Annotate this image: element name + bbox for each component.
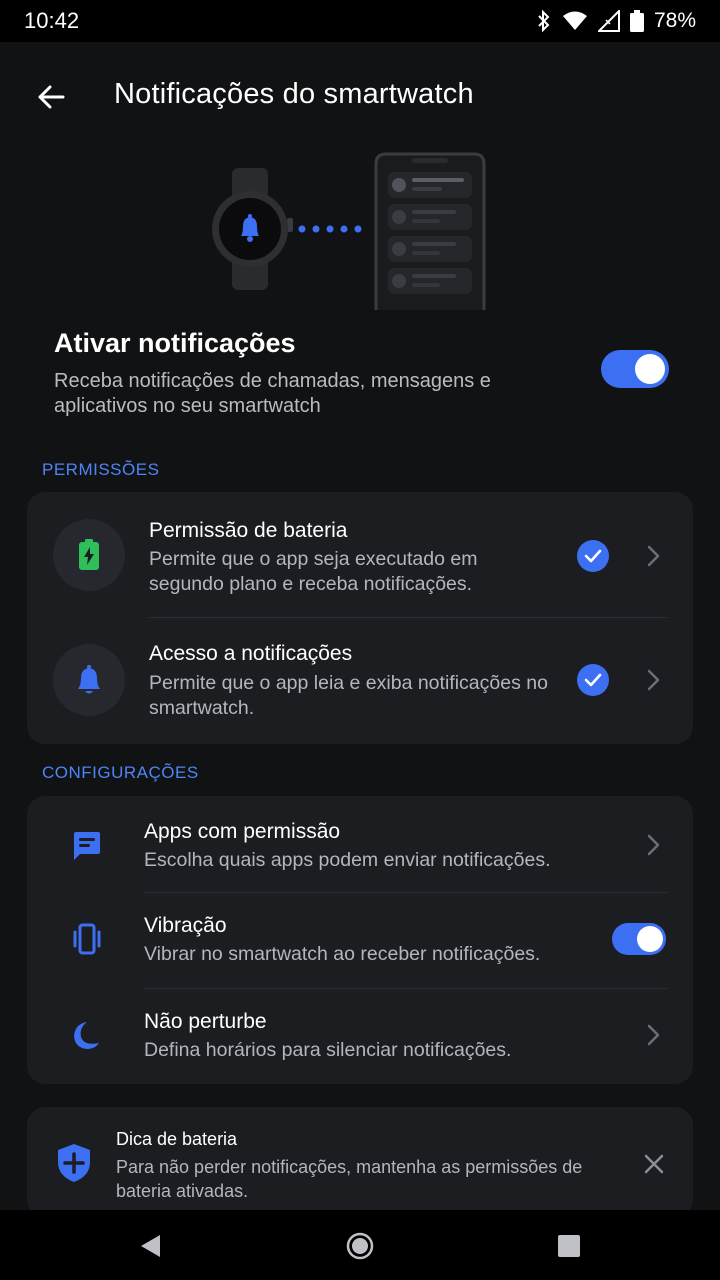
circle-home-icon (346, 1232, 374, 1260)
back-button[interactable] (28, 74, 74, 120)
close-icon (644, 1154, 664, 1174)
wifi-icon (562, 11, 588, 31)
app-bar: Notificações do smartwatch (0, 42, 720, 150)
vibration-description: Vibrar no smartwatch ao receber notifica… (144, 943, 541, 965)
battery-tip-description: Para não perder notificações, mantenha a… (116, 1157, 583, 1201)
bell-icon-circle (53, 644, 125, 716)
triangle-back-icon (141, 1235, 160, 1257)
bluetooth-icon (536, 10, 552, 32)
chevron-right-icon (647, 545, 660, 567)
battery-tip-title: Dica de bateria (116, 1129, 238, 1149)
vibration-toggle[interactable] (612, 923, 666, 955)
battery-permission-title: Permissão de bateria (149, 519, 348, 542)
vibration-row[interactable]: Vibração Vibrar no smartwatch ao receber… (27, 893, 693, 988)
vibration-icon (67, 919, 107, 959)
settings-section-label: CONFIGURAÇÕES (42, 763, 199, 782)
battery-icon-circle (53, 519, 125, 591)
hero-illustration (200, 150, 500, 310)
battery-percent: 78% (653, 9, 696, 32)
signal-icon (597, 10, 620, 32)
apps-permission-description: Escolha quais apps podem enviar notifica… (144, 849, 551, 871)
chevron-right-icon (647, 834, 660, 856)
apps-permission-row[interactable]: Apps com permissão Escolha quais apps po… (27, 796, 693, 892)
battery-tip-card: Dica de bateria Para não perder notifica… (27, 1107, 693, 1217)
apps-permission-title: Apps com permissão (144, 820, 341, 843)
settings-card: Apps com permissão Escolha quais apps po… (27, 796, 693, 1084)
enable-notifications-section: Ativar notificações Receba notificações … (54, 328, 674, 419)
battery-permission-description: Permite que o app seja executado em segu… (149, 548, 478, 595)
do-not-disturb-description: Defina horários para silenciar notificaç… (144, 1039, 512, 1061)
enable-notifications-title: Ativar notificações (54, 328, 296, 358)
status-icons: 78% (536, 9, 696, 33)
arrow-left-icon (38, 85, 65, 109)
chevron-right-icon (647, 1024, 660, 1046)
shield-plus-icon (55, 1142, 93, 1189)
nav-back-button[interactable] (136, 1232, 164, 1260)
status-bar: 10:42 78% (0, 0, 720, 42)
notification-access-description: Permite que o app leia e exiba notificaç… (149, 672, 548, 719)
enable-notifications-toggle[interactable] (601, 350, 669, 388)
bell-icon (78, 665, 100, 694)
notification-access-row[interactable]: Acesso a notificações Permite que o app … (27, 618, 693, 744)
battery-charging-icon (79, 539, 99, 570)
square-recents-icon (558, 1235, 580, 1257)
toggle-knob (635, 354, 665, 384)
do-not-disturb-title: Não perturbe (144, 1010, 267, 1033)
battery-permission-row[interactable]: Permissão de bateria Permite que o app s… (27, 492, 693, 617)
battery-icon (629, 10, 644, 32)
notification-access-title: Acesso a notificações (149, 642, 353, 665)
enable-notifications-description: Receba notificações de chamadas, mensage… (54, 370, 491, 417)
nav-recents-button[interactable] (555, 1232, 583, 1260)
page-title: Notificações do smartwatch (114, 78, 474, 110)
toggle-knob (637, 926, 663, 952)
nav-home-button[interactable] (346, 1232, 374, 1260)
check-icon (577, 540, 609, 572)
do-not-disturb-row[interactable]: Não perturbe Defina horários para silenc… (27, 989, 693, 1084)
vibration-title: Vibração (144, 914, 227, 937)
chevron-right-icon (647, 669, 660, 691)
check-icon (577, 664, 609, 696)
close-button[interactable] (641, 1151, 667, 1177)
system-nav-bar (0, 1210, 720, 1280)
status-time: 10:42 (24, 8, 80, 33)
message-icon (67, 826, 107, 866)
permissions-card: Permissão de bateria Permite que o app s… (27, 492, 693, 744)
moon-icon (67, 1015, 107, 1055)
permissions-section-label: PERMISSÕES (42, 460, 160, 479)
